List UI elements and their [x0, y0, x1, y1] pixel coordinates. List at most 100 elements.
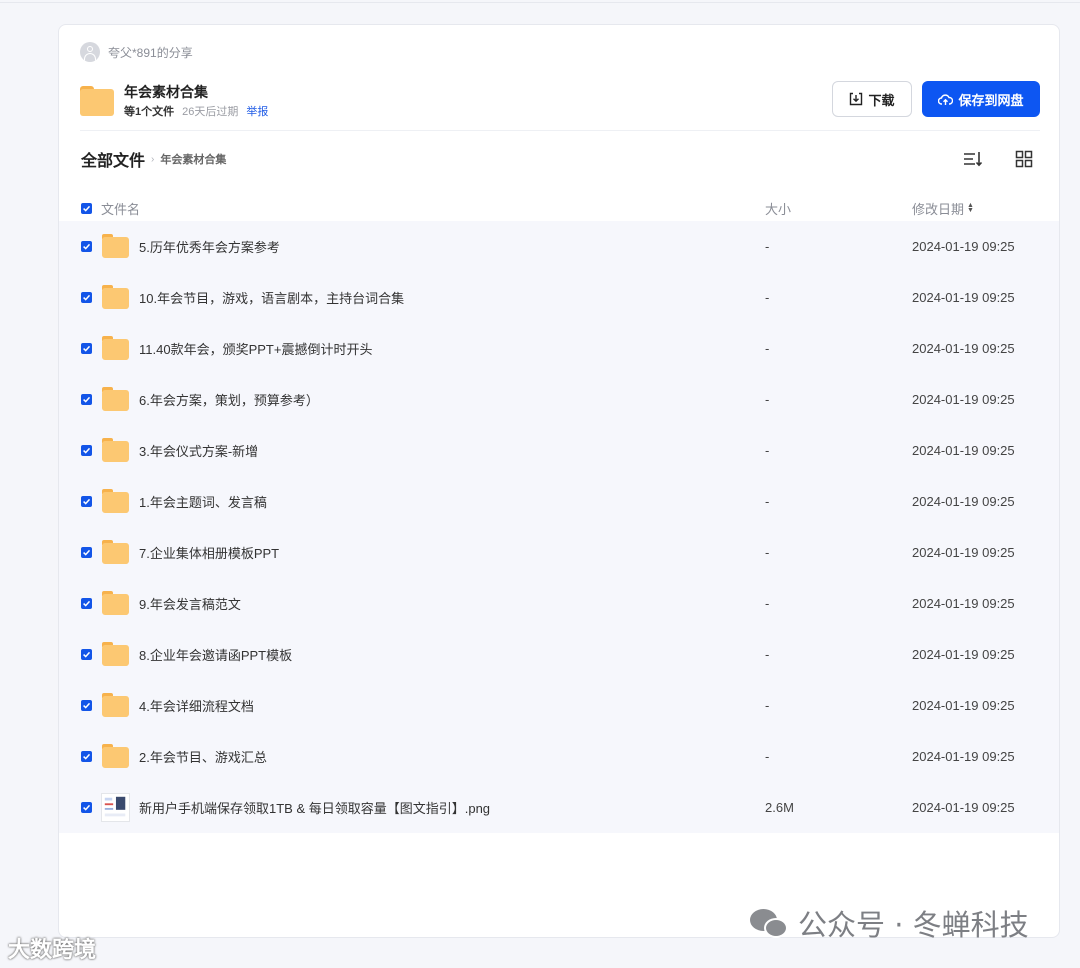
file-row[interactable]: 7.企业集体相册模板PPT - 2024-01-19 09:25 — [59, 527, 1059, 578]
row-checkbox[interactable] — [81, 394, 92, 405]
file-name[interactable]: 3.年会仪式方案-新增 — [139, 441, 258, 460]
download-button[interactable]: 下载 — [832, 81, 912, 117]
share-title: 年会素材合集 — [124, 84, 208, 100]
file-name[interactable]: 11.40款年会，颁奖PPT+震撼倒计时开头 — [139, 339, 372, 358]
row-checkbox[interactable] — [81, 700, 92, 711]
file-size: - — [765, 392, 770, 407]
file-size: - — [765, 443, 770, 458]
file-name[interactable]: 2.年会节目、游戏汇总 — [139, 747, 267, 766]
folder-icon — [102, 438, 129, 462]
file-row[interactable]: 3.年会仪式方案-新增 - 2024-01-19 09:25 — [59, 425, 1059, 476]
sharer-info: 夸父*891的分享 — [80, 42, 193, 62]
folder-icon — [80, 86, 114, 116]
file-name[interactable]: 6.年会方案，策划，预算参考） — [139, 390, 319, 409]
file-size: 2.6M — [765, 800, 794, 815]
row-checkbox[interactable] — [81, 445, 92, 456]
folder-icon — [102, 285, 129, 309]
watermark-wechat: 公众号 · 冬蝉科技 — [750, 902, 1029, 944]
file-date: 2024-01-19 09:25 — [912, 698, 1015, 713]
watermark-left-text: 大数跨境 — [8, 937, 97, 962]
breadcrumb-separator: › — [151, 153, 155, 165]
file-date: 2024-01-19 09:25 — [912, 647, 1015, 662]
column-size-header: 大小 — [765, 201, 792, 217]
file-size: - — [765, 749, 770, 764]
file-date: 2024-01-19 09:25 — [912, 749, 1015, 764]
file-size: - — [765, 698, 770, 713]
folder-icon — [102, 744, 129, 768]
breadcrumb-current: 年会素材合集 — [160, 154, 227, 166]
folder-icon — [102, 336, 129, 360]
file-date: 2024-01-19 09:25 — [912, 545, 1015, 560]
folder-icon — [102, 234, 129, 258]
sort-arrows-icon: ▲ ▼ — [967, 202, 974, 214]
row-checkbox[interactable] — [81, 343, 92, 354]
file-name[interactable]: 10.年会节目，游戏，语言剧本，主持台词合集 — [139, 288, 404, 307]
file-size: - — [765, 341, 770, 356]
file-date: 2024-01-19 09:25 — [912, 494, 1015, 509]
file-size: - — [765, 647, 770, 662]
sharer-name: 夸父*891的分享 — [108, 45, 193, 60]
folder-icon — [102, 642, 129, 666]
row-checkbox[interactable] — [81, 292, 92, 303]
folder-icon — [102, 693, 129, 717]
report-link[interactable]: 举报 — [246, 103, 268, 119]
row-checkbox[interactable] — [81, 751, 92, 762]
avatar — [80, 42, 100, 62]
file-date: 2024-01-19 09:25 — [912, 800, 1015, 815]
file-row[interactable]: 1.年会主题词、发言稿 - 2024-01-19 09:25 — [59, 476, 1059, 527]
share-header: 年会素材合集 等1个文件 26天后过期 举报 — [80, 81, 268, 121]
file-size: - — [765, 494, 770, 509]
sort-icon[interactable] — [962, 149, 984, 169]
file-row[interactable]: 9.年会发言稿范文 - 2024-01-19 09:25 — [59, 578, 1059, 629]
cloud-upload-icon — [938, 93, 954, 105]
file-name[interactable]: 9.年会发言稿范文 — [139, 594, 241, 613]
file-name[interactable]: 8.企业年会邀请函PPT模板 — [139, 645, 292, 664]
file-date: 2024-01-19 09:25 — [912, 239, 1015, 254]
folder-icon — [102, 591, 129, 615]
file-row[interactable]: 4.年会详细流程文档 - 2024-01-19 09:25 — [59, 680, 1059, 731]
row-checkbox[interactable] — [81, 649, 92, 660]
select-all-checkbox[interactable] — [81, 202, 92, 214]
file-row[interactable]: 2.年会节目、游戏汇总 - 2024-01-19 09:25 — [59, 731, 1059, 782]
file-list: 5.历年优秀年会方案参考 -2024-01-19 09:25 10.年会节目，游戏，… — [59, 221, 1059, 833]
list-header: 文件名 大小 修改日期 ▲ ▼ — [59, 195, 1059, 221]
file-size: - — [765, 239, 770, 254]
wechat-icon — [750, 907, 790, 939]
file-date: 2024-01-19 09:25 — [912, 392, 1015, 407]
file-name[interactable]: 7.企业集体相册模板PPT — [139, 543, 279, 562]
folder-icon — [102, 387, 129, 411]
file-size: - — [765, 545, 770, 560]
file-row[interactable]: 5.历年优秀年会方案参考 - 2024-01-19 09:25 — [59, 221, 1059, 272]
row-checkbox[interactable] — [81, 241, 92, 252]
file-row[interactable]: 11.40款年会，颁奖PPT+震撼倒计时开头 - 2024-01-19 09:25 — [59, 323, 1059, 374]
row-checkbox[interactable] — [81, 802, 92, 813]
file-name[interactable]: 1.年会主题词、发言稿 — [139, 492, 267, 511]
breadcrumb: 全部文件 › 年会素材合集 — [81, 147, 226, 171]
file-date: 2024-01-19 09:25 — [912, 290, 1015, 305]
file-name[interactable]: 4.年会详细流程文档 — [139, 696, 254, 715]
download-label: 下载 — [868, 92, 895, 108]
top-divider — [0, 2, 1080, 3]
file-count: 等1个文件 — [124, 106, 175, 118]
header-divider — [80, 130, 1040, 131]
file-row[interactable]: 新用户手机端保存领取1TB & 每日领取容量【图文指引】.png 2.6M 2024… — [59, 782, 1059, 833]
row-checkbox[interactable] — [81, 547, 92, 558]
file-row[interactable]: 8.企业年会邀请函PPT模板 - 2024-01-19 09:25 — [59, 629, 1059, 680]
file-date: 2024-01-19 09:25 — [912, 341, 1015, 356]
file-name[interactable]: 5.历年优秀年会方案参考 — [139, 237, 280, 256]
file-row[interactable]: 10.年会节目，游戏，语言剧本，主持台词合集 - 2024-01-19 09:25 — [59, 272, 1059, 323]
column-date-label: 修改日期 — [912, 201, 965, 217]
file-name[interactable]: 新用户手机端保存领取1TB & 每日领取容量【图文指引】.png — [139, 798, 490, 817]
file-row[interactable]: 6.年会方案，策划，预算参考） - 2024-01-19 09:25 — [59, 374, 1059, 425]
column-date-header[interactable]: 修改日期 ▲ ▼ — [912, 199, 974, 218]
grid-view-icon[interactable] — [1014, 149, 1034, 169]
row-checkbox[interactable] — [81, 496, 92, 507]
breadcrumb-root[interactable]: 全部文件 — [81, 147, 145, 171]
expire-text: 26天后过期 — [182, 106, 239, 118]
row-checkbox[interactable] — [81, 598, 92, 609]
save-to-drive-button[interactable]: 保存到网盘 — [922, 81, 1040, 117]
folder-icon — [102, 540, 129, 564]
save-label: 保存到网盘 — [958, 92, 1024, 108]
file-size: - — [765, 290, 770, 305]
column-name-header: 文件名 — [101, 201, 141, 217]
